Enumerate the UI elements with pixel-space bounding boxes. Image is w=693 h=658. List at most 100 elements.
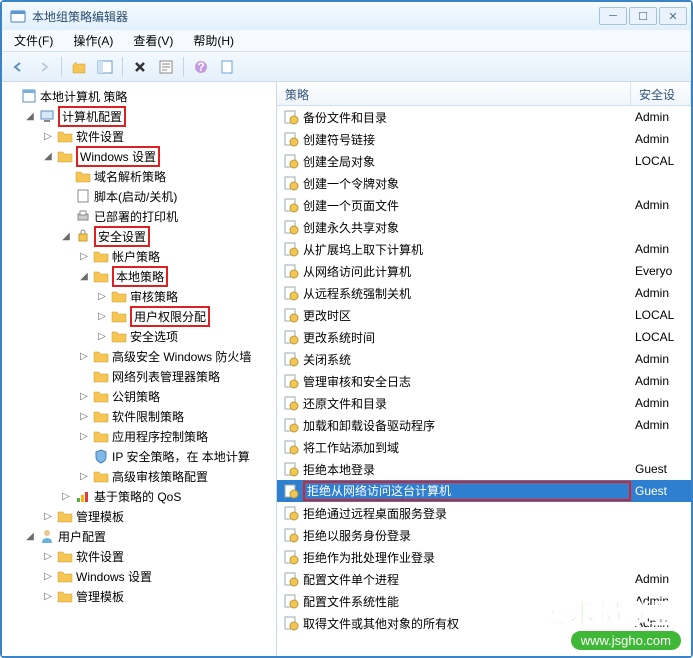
menu-view[interactable]: 查看(V) bbox=[127, 30, 179, 51]
list-row[interactable]: 创建符号链接Admin bbox=[277, 128, 691, 150]
tree-security-settings[interactable]: ◢安全设置 bbox=[60, 226, 276, 246]
expander-icon[interactable]: ▷ bbox=[78, 351, 90, 362]
delete-button[interactable] bbox=[128, 55, 152, 79]
list-row[interactable]: 从远程系统强制关机Admin bbox=[277, 282, 691, 304]
list-row[interactable]: 配置文件系统性能Admin bbox=[277, 590, 691, 612]
expander-icon[interactable]: ▷ bbox=[78, 471, 90, 482]
list-body[interactable]: 备份文件和目录Admin创建符号链接Admin创建全局对象LOCAL创建一个令牌… bbox=[277, 106, 691, 656]
menu-action[interactable]: 操作(A) bbox=[67, 30, 119, 51]
refresh-button[interactable] bbox=[215, 55, 239, 79]
forward-button[interactable] bbox=[32, 55, 56, 79]
list-row[interactable]: 创建一个令牌对象 bbox=[277, 172, 691, 194]
expander-icon[interactable]: ▷ bbox=[78, 431, 90, 442]
titlebar: 本地组策略编辑器 ─ ☐ ✕ bbox=[2, 2, 691, 30]
expander-icon[interactable]: ▷ bbox=[42, 131, 54, 142]
tree-user-config[interactable]: ◢用户配置 bbox=[24, 526, 276, 546]
tree-adv-audit[interactable]: ▷高级审核策略配置 bbox=[78, 466, 276, 486]
list-row[interactable]: 创建一个页面文件Admin bbox=[277, 194, 691, 216]
expander-icon[interactable]: ▷ bbox=[42, 551, 54, 562]
expander-icon[interactable]: ▷ bbox=[96, 291, 108, 302]
list-row[interactable]: 拒绝本地登录Guest bbox=[277, 458, 691, 480]
policy-icon bbox=[21, 88, 37, 104]
tree-deployed-printers[interactable]: 已部署的打印机 bbox=[60, 206, 276, 226]
column-policy[interactable]: 策略 bbox=[277, 82, 631, 105]
policy-label: 取得文件或其他对象的所有权 bbox=[303, 615, 631, 632]
list-row[interactable]: 配置文件单个进程Admin bbox=[277, 568, 691, 590]
expander-icon[interactable]: ◢ bbox=[24, 531, 36, 542]
tree-network-list[interactable]: 网络列表管理器策略 bbox=[78, 366, 276, 386]
tree-app-control[interactable]: ▷应用程序控制策略 bbox=[78, 426, 276, 446]
tree-user-rights[interactable]: ▷用户权限分配 bbox=[96, 306, 276, 326]
expander-icon[interactable]: ▷ bbox=[78, 391, 90, 402]
minimize-button[interactable]: ─ bbox=[599, 7, 627, 25]
tree-windows-settings[interactable]: ◢Windows 设置 bbox=[42, 146, 276, 166]
list-row[interactable]: 从扩展坞上取下计算机Admin bbox=[277, 238, 691, 260]
tree-scripts[interactable]: 脚本(启动/关机) bbox=[60, 186, 276, 206]
list-row[interactable]: 关闭系统Admin bbox=[277, 348, 691, 370]
list-row[interactable]: 拒绝通过远程桌面服务登录 bbox=[277, 502, 691, 524]
tree-admin-templates-u[interactable]: ▷管理模板 bbox=[42, 586, 276, 606]
expander-icon[interactable]: ▷ bbox=[78, 411, 90, 422]
folder-icon bbox=[57, 568, 73, 584]
tree-computer-config[interactable]: ◢ 计算机配置 bbox=[24, 106, 276, 126]
tree-security-options[interactable]: ▷安全选项 bbox=[96, 326, 276, 346]
expander-icon[interactable]: ◢ bbox=[78, 271, 90, 282]
tree-windows-settings-u[interactable]: ▷Windows 设置 bbox=[42, 566, 276, 586]
expander-icon[interactable]: ▷ bbox=[42, 571, 54, 582]
expander-icon[interactable]: ▷ bbox=[96, 311, 108, 322]
menu-help[interactable]: 帮助(H) bbox=[187, 30, 240, 51]
expander-icon[interactable]: ◢ bbox=[60, 231, 72, 242]
list-row[interactable]: 拒绝以服务身份登录 bbox=[277, 524, 691, 546]
folder-icon bbox=[57, 508, 73, 524]
list-row[interactable]: 管理审核和安全日志Admin bbox=[277, 370, 691, 392]
expander-icon[interactable]: ▷ bbox=[78, 251, 90, 262]
list-row[interactable]: 拒绝从网络访问这台计算机Guest bbox=[277, 480, 691, 502]
tree-software-settings[interactable]: ▷软件设置 bbox=[42, 126, 276, 146]
list-row[interactable]: 加载和卸载设备驱动程序Admin bbox=[277, 414, 691, 436]
help-button[interactable]: ? bbox=[189, 55, 213, 79]
tree-account-policies[interactable]: ▷帐户策略 bbox=[78, 246, 276, 266]
list-row[interactable]: 创建全局对象LOCAL bbox=[277, 150, 691, 172]
show-tree-button[interactable] bbox=[93, 55, 117, 79]
list-row[interactable]: 更改系统时间LOCAL bbox=[277, 326, 691, 348]
expander-icon[interactable]: ▷ bbox=[42, 591, 54, 602]
list-row[interactable]: 将工作站添加到域 bbox=[277, 436, 691, 458]
toolbar-separator bbox=[183, 57, 184, 77]
up-button[interactable] bbox=[67, 55, 91, 79]
expander-icon[interactable]: ▷ bbox=[42, 511, 54, 522]
list-row[interactable]: 备份文件和目录Admin bbox=[277, 106, 691, 128]
tree-dns-policy[interactable]: 域名解析策略 bbox=[60, 166, 276, 186]
list-row[interactable]: 更改时区LOCAL bbox=[277, 304, 691, 326]
policy-label: 还原文件和目录 bbox=[303, 395, 631, 412]
expander-icon[interactable]: ▷ bbox=[96, 331, 108, 342]
expander-icon[interactable]: ◢ bbox=[42, 151, 54, 162]
menu-file[interactable]: 文件(F) bbox=[8, 30, 59, 51]
tree-admin-templates-c[interactable]: ▷管理模板 bbox=[42, 506, 276, 526]
tree-root[interactable]: 本地计算机 策略 bbox=[6, 86, 276, 106]
list-row[interactable]: 拒绝作为批处理作业登录 bbox=[277, 546, 691, 568]
tree-software-restriction[interactable]: ▷软件限制策略 bbox=[78, 406, 276, 426]
tree-policy-qos[interactable]: ▷基于策略的 QoS bbox=[60, 486, 276, 506]
tree-pane[interactable]: 本地计算机 策略 ◢ 计算机配置 ▷软件设置 ◢Windows 设置 bbox=[2, 82, 277, 656]
tree-ip-security[interactable]: IP 安全策略，在 本地计算 bbox=[78, 446, 276, 466]
maximize-button[interactable]: ☐ bbox=[629, 7, 657, 25]
tree-local-policies[interactable]: ◢本地策略 bbox=[78, 266, 276, 286]
tree-software-settings-u[interactable]: ▷软件设置 bbox=[42, 546, 276, 566]
close-button[interactable]: ✕ bbox=[659, 7, 687, 25]
tree-firewall[interactable]: ▷高级安全 Windows 防火墙 bbox=[78, 346, 276, 366]
tree-public-key[interactable]: ▷公钥策略 bbox=[78, 386, 276, 406]
list-row[interactable]: 还原文件和目录Admin bbox=[277, 392, 691, 414]
folder-icon bbox=[93, 408, 109, 424]
list-row[interactable]: 从网络访问此计算机Everyo bbox=[277, 260, 691, 282]
tree-audit-policy[interactable]: ▷审核策略 bbox=[96, 286, 276, 306]
column-security[interactable]: 安全设 bbox=[631, 82, 691, 105]
policy-item-icon bbox=[283, 439, 299, 455]
list-row[interactable]: 取得文件或其他对象的所有权Admin bbox=[277, 612, 691, 634]
expander-icon[interactable]: ◢ bbox=[24, 111, 36, 122]
policy-security: Admin bbox=[631, 396, 691, 410]
policy-security: Admin bbox=[631, 418, 691, 432]
list-row[interactable]: 创建永久共享对象 bbox=[277, 216, 691, 238]
expander-icon[interactable]: ▷ bbox=[60, 491, 72, 502]
back-button[interactable] bbox=[6, 55, 30, 79]
properties-button[interactable] bbox=[154, 55, 178, 79]
